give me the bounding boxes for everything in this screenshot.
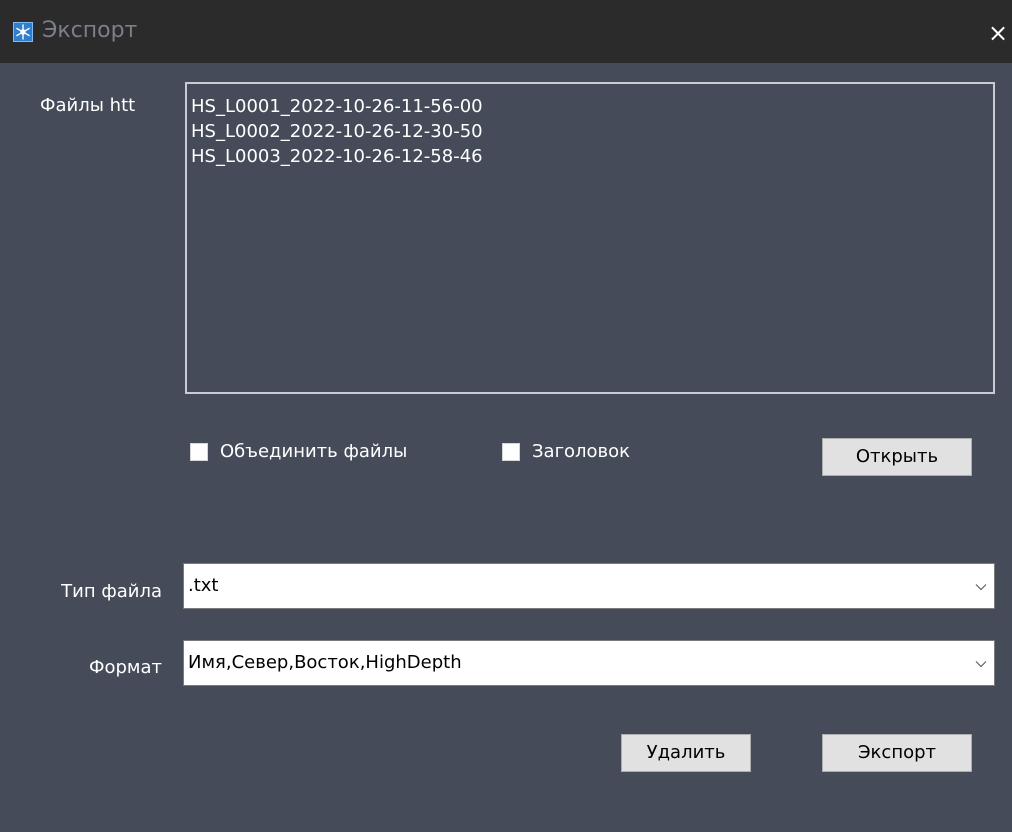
header-checkbox[interactable] <box>502 443 520 461</box>
file-list[interactable]: HS_L0001_2022-10-26-11-56-00 HS_L0002_20… <box>185 82 995 394</box>
merge-files-checkbox[interactable] <box>190 443 208 461</box>
title-bar[interactable]: Экспорт × <box>0 0 1012 63</box>
file-type-value: .txt <box>188 575 219 596</box>
format-value: Имя,Север,Восток,HighDepth <box>188 652 462 673</box>
files-label: Файлы htt <box>40 95 136 116</box>
window-title: Экспорт <box>42 18 138 43</box>
file-type-select[interactable]: .txt <box>183 563 995 609</box>
merge-files-label: Объединить файлы <box>220 441 408 462</box>
export-button[interactable]: Экспорт <box>822 734 972 772</box>
merge-files-option[interactable]: Объединить файлы <box>190 440 407 464</box>
close-icon: × <box>987 19 1009 47</box>
open-button[interactable]: Открыть <box>822 438 972 476</box>
chevron-down-icon <box>975 661 987 668</box>
list-item[interactable]: HS_L0002_2022-10-26-12-30-50 <box>191 119 993 144</box>
app-snowflake-icon <box>13 22 33 42</box>
list-item[interactable]: HS_L0003_2022-10-26-12-58-46 <box>191 144 993 169</box>
file-type-label: Тип файла <box>61 581 162 602</box>
format-label: Формат <box>88 657 162 678</box>
header-label: Заголовок <box>532 441 631 462</box>
delete-button[interactable]: Удалить <box>621 734 751 772</box>
list-item[interactable]: HS_L0001_2022-10-26-11-56-00 <box>191 94 993 119</box>
chevron-down-icon <box>975 584 987 591</box>
header-option[interactable]: Заголовок <box>502 440 630 464</box>
format-select[interactable]: Имя,Север,Восток,HighDepth <box>183 640 995 686</box>
export-dialog: Экспорт × Файлы htt HS_L0001_2022-10-26-… <box>0 0 1012 832</box>
close-button[interactable]: × <box>984 18 1012 48</box>
